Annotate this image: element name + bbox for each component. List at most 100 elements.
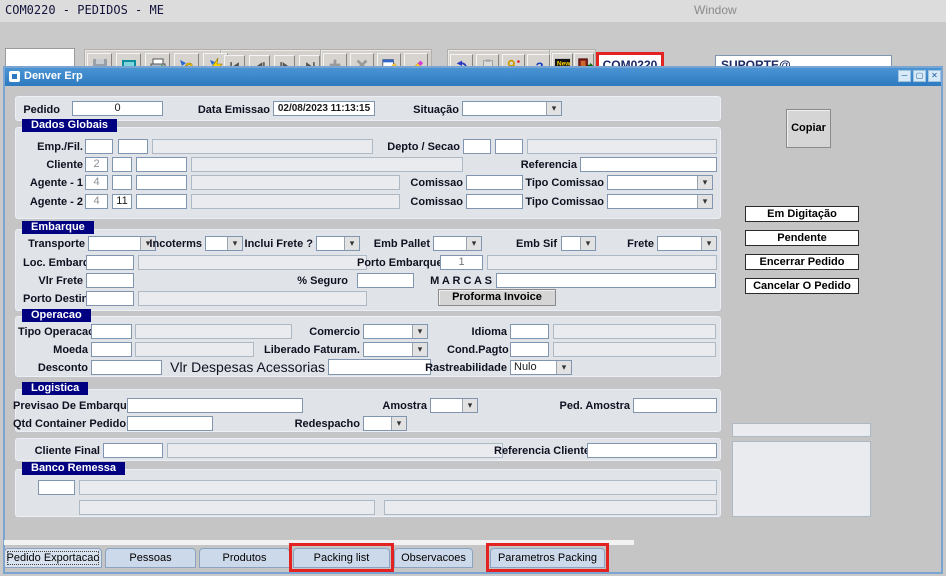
referencia-label: Referencia <box>507 159 577 172</box>
proforma-invoice-button[interactable]: Proforma Invoice <box>438 289 556 306</box>
panel-bottom-strip <box>4 540 634 545</box>
window-menu[interactable]: Window <box>694 3 737 17</box>
marcas-field[interactable] <box>496 273 716 288</box>
agente1-field3[interactable] <box>136 175 187 190</box>
comercio-label: Comercio <box>290 326 360 339</box>
cond-pagto-label: Cond.Pagto <box>447 344 507 357</box>
close-icon: ✕ <box>931 71 938 80</box>
depto-field[interactable] <box>463 139 491 154</box>
agente2-label: Agente - 2 <box>23 196 83 209</box>
cliente-label: Cliente <box>33 159 83 172</box>
liberado-faturam-label: Liberado Faturam. <box>255 344 360 357</box>
porto-embarque-field[interactable]: 1 <box>440 255 483 270</box>
comissao2-field[interactable] <box>466 194 523 209</box>
cliente-field3[interactable] <box>136 157 187 172</box>
incoterms-label: Incoterms <box>142 238 202 251</box>
tipo-operacao-label: Tipo Operacao <box>18 326 88 339</box>
agente1-label: Agente - 1 <box>23 177 83 190</box>
pendente-button[interactable]: Pendente <box>745 230 859 246</box>
tipo-comissao1-select[interactable] <box>607 175 713 190</box>
rastreabilidade-select[interactable]: Nulo <box>510 360 572 375</box>
tab-pedido-exportacao[interactable]: Pedido Exportacao <box>4 548 102 568</box>
moeda-field[interactable] <box>91 342 132 357</box>
agente2-code-field[interactable]: 4 <box>85 194 108 209</box>
em-digitacao-button[interactable]: Em Digitação <box>745 206 859 222</box>
operacao-badge: Operacao <box>22 309 91 322</box>
ped-amostra-field[interactable] <box>633 398 717 413</box>
vlr-despesas-field[interactable] <box>328 359 431 375</box>
emp-fil-label: Emp./Fil. <box>33 141 83 154</box>
agente1-desc-field <box>191 175 400 190</box>
banco-remessa-badge: Banco Remessa <box>22 462 125 475</box>
banco-remessa-code-field[interactable] <box>38 480 75 495</box>
page-title: COM0220 - PEDIDOS - ME <box>5 3 164 17</box>
tipo-operacao-field[interactable] <box>91 324 132 339</box>
vlr-frete-field[interactable] <box>86 273 134 288</box>
agente1-code-field[interactable]: 4 <box>85 175 108 190</box>
toolbar: ? ? New COM0220 SUPORTE@ <box>0 22 946 64</box>
maximize-button[interactable]: ▢ <box>913 70 926 82</box>
minimize-button[interactable]: ─ <box>898 70 911 82</box>
emb-sif-select[interactable] <box>561 236 596 251</box>
referencia-cliente-label: Referencia Cliente <box>494 445 584 458</box>
banco-remessa-field2 <box>79 500 375 515</box>
fil-field[interactable] <box>118 139 148 154</box>
desconto-field[interactable] <box>91 360 162 375</box>
cliente-field2[interactable] <box>112 157 132 172</box>
tipo-comissao2-label: Tipo Comissao <box>524 196 604 209</box>
inclui-frete-select[interactable] <box>316 236 360 251</box>
referencia-cliente-field[interactable] <box>587 443 717 458</box>
banco-remessa-desc-field <box>79 480 717 495</box>
tab-observacoes[interactable]: Observacoes <box>394 548 473 568</box>
porto-embarque-desc-field <box>487 255 717 270</box>
agente2-desc-field <box>191 194 400 209</box>
maximize-icon: ▢ <box>916 71 924 80</box>
tab-packing-list[interactable]: Packing list <box>293 548 390 568</box>
amostra-label: Amostra <box>367 400 427 413</box>
loc-embarq-field[interactable] <box>86 255 134 270</box>
tab-produtos[interactable]: Produtos <box>199 548 290 568</box>
encerrar-pedido-button[interactable]: Encerrar Pedido <box>745 254 859 270</box>
data-emissao-field[interactable]: 02/08/2023 11:13:15 <box>273 101 375 116</box>
cliente-code-field[interactable]: 2 <box>85 157 108 172</box>
situacao-label: Situação <box>391 104 459 117</box>
dados-globais-badge: Dados Globais <box>22 119 117 132</box>
cliente-desc-field <box>191 157 463 172</box>
seguro-label: % Seguro <box>288 275 348 288</box>
agente2-code2-field[interactable]: 11 <box>112 194 132 209</box>
cancelar-pedido-button[interactable]: Cancelar O Pedido <box>745 278 859 294</box>
emp-fil-desc-field <box>152 139 373 154</box>
liberado-faturam-select[interactable] <box>363 342 428 357</box>
emp-field[interactable] <box>85 139 113 154</box>
tab-pessoas[interactable]: Pessoas <box>105 548 196 568</box>
idioma-label: Idioma <box>447 326 507 339</box>
tipo-operacao-desc-field <box>135 324 292 339</box>
agente2-field3[interactable] <box>136 194 187 209</box>
emb-pallet-select[interactable] <box>433 236 482 251</box>
comissao1-field[interactable] <box>466 175 523 190</box>
referencia-field[interactable] <box>580 157 717 172</box>
cliente-final-field[interactable] <box>103 443 163 458</box>
desconto-label: Desconto <box>18 362 88 375</box>
seguro-field[interactable] <box>357 273 414 288</box>
copiar-button[interactable]: Copiar <box>786 109 831 148</box>
qtd-container-field[interactable] <box>127 416 213 431</box>
redespacho-select[interactable] <box>363 416 407 431</box>
comercio-select[interactable] <box>363 324 428 339</box>
porto-destino-field[interactable] <box>86 291 134 306</box>
previsao-embarque-field[interactable] <box>127 398 303 413</box>
secao-field[interactable] <box>495 139 523 154</box>
close-button[interactable]: ✕ <box>928 70 941 82</box>
tipo-comissao2-select[interactable] <box>607 194 713 209</box>
tab-parametros-packing[interactable]: Parametros Packing <box>490 548 605 568</box>
pedido-field[interactable]: 0 <box>72 101 163 116</box>
situacao-select[interactable] <box>462 101 562 116</box>
emb-pallet-label: Emb Pallet <box>370 238 430 251</box>
porto-destino-label: Porto Destino <box>23 293 83 306</box>
cond-pagto-desc-field <box>553 342 716 357</box>
cond-pagto-field[interactable] <box>510 342 549 357</box>
idioma-field[interactable] <box>510 324 549 339</box>
agente1-field2[interactable] <box>112 175 132 190</box>
amostra-select[interactable] <box>430 398 478 413</box>
frete-select[interactable] <box>657 236 717 251</box>
